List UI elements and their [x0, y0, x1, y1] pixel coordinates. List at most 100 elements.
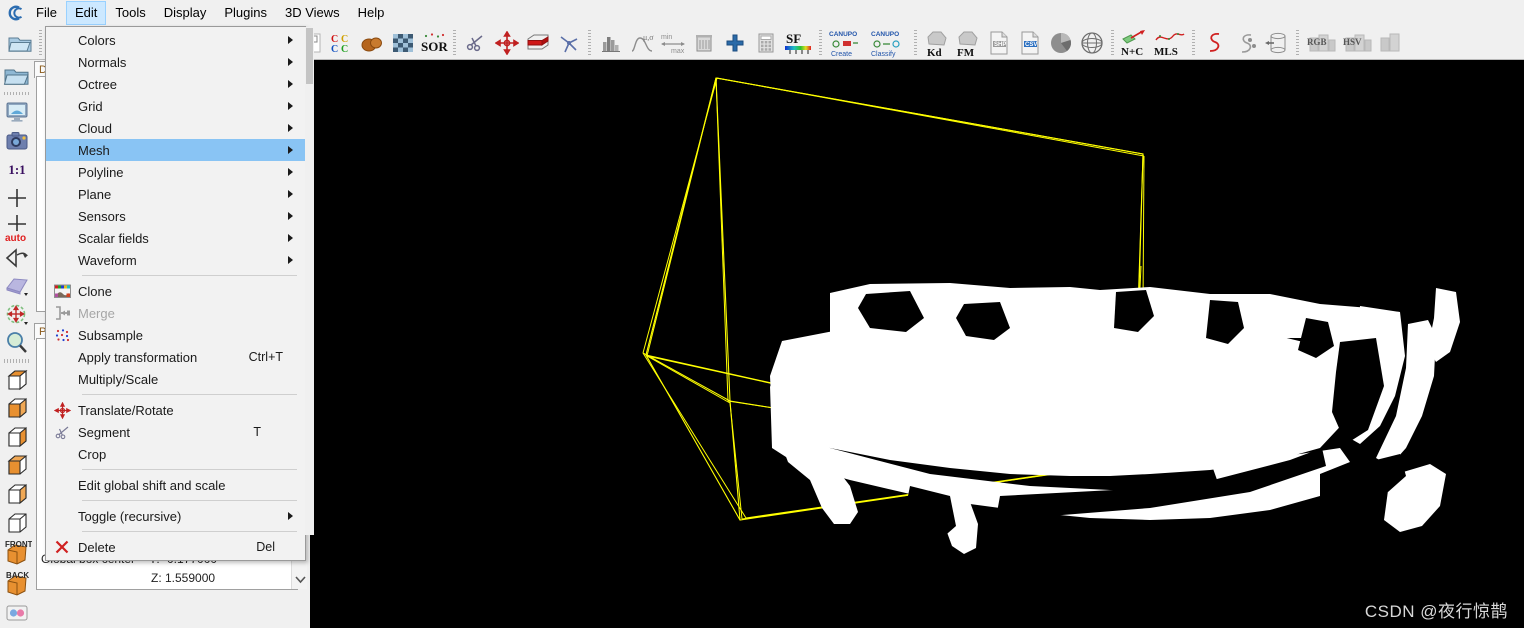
view-toolbar: 1:1 auto FRONT BACK — [0, 60, 34, 628]
auto-pivot-icon[interactable]: auto — [2, 213, 32, 243]
menu-item-merge: Merge — [46, 302, 305, 324]
submenu-arrow-icon — [288, 234, 293, 242]
zoom-1-1-label: 1:1 — [8, 161, 26, 177]
menu-item-mesh[interactable]: Mesh — [46, 139, 305, 161]
menu-item-apply-transformation[interactable]: Apply transformation Ctrl+T — [46, 346, 305, 368]
menu-item-label: Polyline — [78, 164, 124, 180]
app-logo-icon — [3, 1, 27, 25]
cc-compare-icon[interactable]: C C C C — [325, 28, 356, 58]
shp-export-icon[interactable]: SHP — [983, 28, 1014, 58]
compute-sf-icon[interactable] — [750, 28, 781, 58]
menu-item-translate-rotate[interactable]: Translate/Rotate — [46, 399, 305, 421]
fullscreen-view-icon[interactable] — [2, 98, 32, 126]
svg-text:FRONT: FRONT — [5, 540, 32, 549]
svg-text:Kd: Kd — [927, 47, 942, 57]
toggle-perspective-icon[interactable] — [2, 244, 32, 272]
gaussian-filter-icon[interactable]: μ,σ — [626, 28, 657, 58]
menu-tools[interactable]: Tools — [106, 1, 154, 25]
segment-scissors-icon[interactable] — [460, 28, 491, 58]
canupo-create-icon[interactable]: CANUPO Create — [826, 28, 868, 58]
segment-icon — [46, 421, 78, 443]
svg-text:min: min — [661, 34, 672, 41]
menu-plugins[interactable]: Plugins — [215, 1, 276, 25]
menu-item-edit-global-shift-and-scale[interactable]: Edit global shift and scale — [46, 474, 305, 496]
point-pair-align-icon[interactable] — [553, 28, 584, 58]
menu-item-sensors[interactable]: Sensors — [46, 205, 305, 227]
menu-item-icon — [46, 249, 78, 271]
fast-marching-icon[interactable]: FM — [952, 28, 983, 58]
sor-filter-icon[interactable]: SOR — [418, 28, 449, 58]
object-center-persp-icon[interactable] — [2, 272, 32, 300]
menu-item-polyline[interactable]: Polyline — [46, 161, 305, 183]
menu-edit[interactable]: Edit — [65, 1, 107, 25]
view-left-icon[interactable] — [2, 423, 32, 451]
hpr-icon[interactable] — [1076, 28, 1107, 58]
submenu-arrow-icon — [288, 58, 293, 66]
zoom-global-icon[interactable] — [2, 330, 32, 358]
menu-item-segment[interactable]: Segment T — [46, 421, 305, 443]
rgb-filter-icon[interactable]: RGB — [1303, 28, 1339, 58]
scroll-down-chevron-icon[interactable] — [292, 571, 308, 587]
pick-rotation-center-icon[interactable] — [2, 301, 32, 329]
open-folder-icon[interactable] — [2, 62, 32, 90]
menu-file[interactable]: File — [27, 1, 66, 25]
svg-text:CSV: CSV — [1025, 42, 1037, 48]
snapshot-icon[interactable] — [2, 127, 32, 155]
menu-item-scalar-fields[interactable]: Scalar fields — [46, 227, 305, 249]
menu-item-clone[interactable]: Clone — [46, 280, 305, 302]
ransac-curve-icon[interactable] — [1199, 28, 1230, 58]
menu-item-icon — [46, 474, 78, 496]
menu-item-plane[interactable]: Plane — [46, 183, 305, 205]
qpcv-icon[interactable] — [1045, 28, 1076, 58]
view-iso-2-icon[interactable] — [2, 509, 32, 537]
menu-3d-views[interactable]: 3D Views — [276, 1, 349, 25]
3d-viewport[interactable]: CSDN @夜行惊鹊 — [310, 56, 1524, 628]
view-top-icon[interactable] — [2, 366, 32, 394]
sf-colorscale-icon[interactable]: SF — [781, 28, 815, 58]
view-iso-1-icon[interactable] — [2, 480, 32, 508]
facet-detect-icon[interactable] — [1375, 28, 1407, 58]
menu-item-normals[interactable]: Normals — [46, 51, 305, 73]
menu-help[interactable]: Help — [349, 1, 394, 25]
menu-item-toggle-recursive[interactable]: Toggle (recursive) — [46, 505, 305, 527]
menu-item-multiply-scale[interactable]: Multiply/Scale — [46, 368, 305, 390]
view-front-icon[interactable]: FRONT — [2, 538, 32, 568]
normals-curvature-icon[interactable]: N+C — [1118, 28, 1152, 58]
kd-tree-icon[interactable]: Kd — [921, 28, 952, 58]
view-back-icon[interactable]: BACK — [2, 569, 32, 599]
registration-icon[interactable] — [356, 28, 387, 58]
crop-box-icon[interactable] — [522, 28, 553, 58]
menu-item-subsample[interactable]: Subsample — [46, 324, 305, 346]
menu-scrollbar[interactable] — [305, 27, 314, 535]
delete-sf-icon[interactable] — [688, 28, 719, 58]
menu-display[interactable]: Display — [155, 1, 216, 25]
menu-item-waveform[interactable]: Waveform — [46, 249, 305, 271]
zoom-1-1-icon[interactable]: 1:1 — [2, 156, 32, 184]
menu-item-crop[interactable]: Crop — [46, 443, 305, 465]
csv-export-icon[interactable]: CSV — [1014, 28, 1045, 58]
open-file-icon[interactable] — [4, 28, 35, 58]
add-sf-icon[interactable] — [719, 28, 750, 58]
histogram-icon[interactable] — [595, 28, 626, 58]
checkerboard-icon[interactable] — [387, 28, 418, 58]
surface-revolution-icon[interactable] — [1261, 28, 1292, 58]
menu-item-label: Cloud — [78, 120, 112, 136]
stereo-mode-icon[interactable] — [2, 600, 32, 628]
canupo-classify-icon[interactable]: CANUPO Classify — [868, 28, 910, 58]
menu-item-octree[interactable]: Octree — [46, 73, 305, 95]
translate-rotate-icon — [46, 399, 78, 421]
view-bottom-icon[interactable] — [2, 394, 32, 422]
menu-scroll-thumb[interactable] — [306, 28, 313, 84]
mls-smooth-icon[interactable]: MLS — [1152, 28, 1188, 58]
min-max-icon[interactable]: min max — [657, 28, 688, 58]
menu-item-grid[interactable]: Grid — [46, 95, 305, 117]
menu-item-icon — [46, 505, 78, 527]
menu-item-cloud[interactable]: Cloud — [46, 117, 305, 139]
translate-rotate-icon[interactable] — [491, 28, 522, 58]
menu-item-colors[interactable]: Colors — [46, 29, 305, 51]
set-pivot-icon[interactable] — [2, 184, 32, 212]
poisson-recon-icon[interactable] — [1230, 28, 1261, 58]
menu-item-delete[interactable]: Delete Del — [46, 536, 305, 558]
hsv-filter-icon[interactable]: HSV — [1339, 28, 1375, 58]
view-right-icon[interactable] — [2, 452, 32, 480]
